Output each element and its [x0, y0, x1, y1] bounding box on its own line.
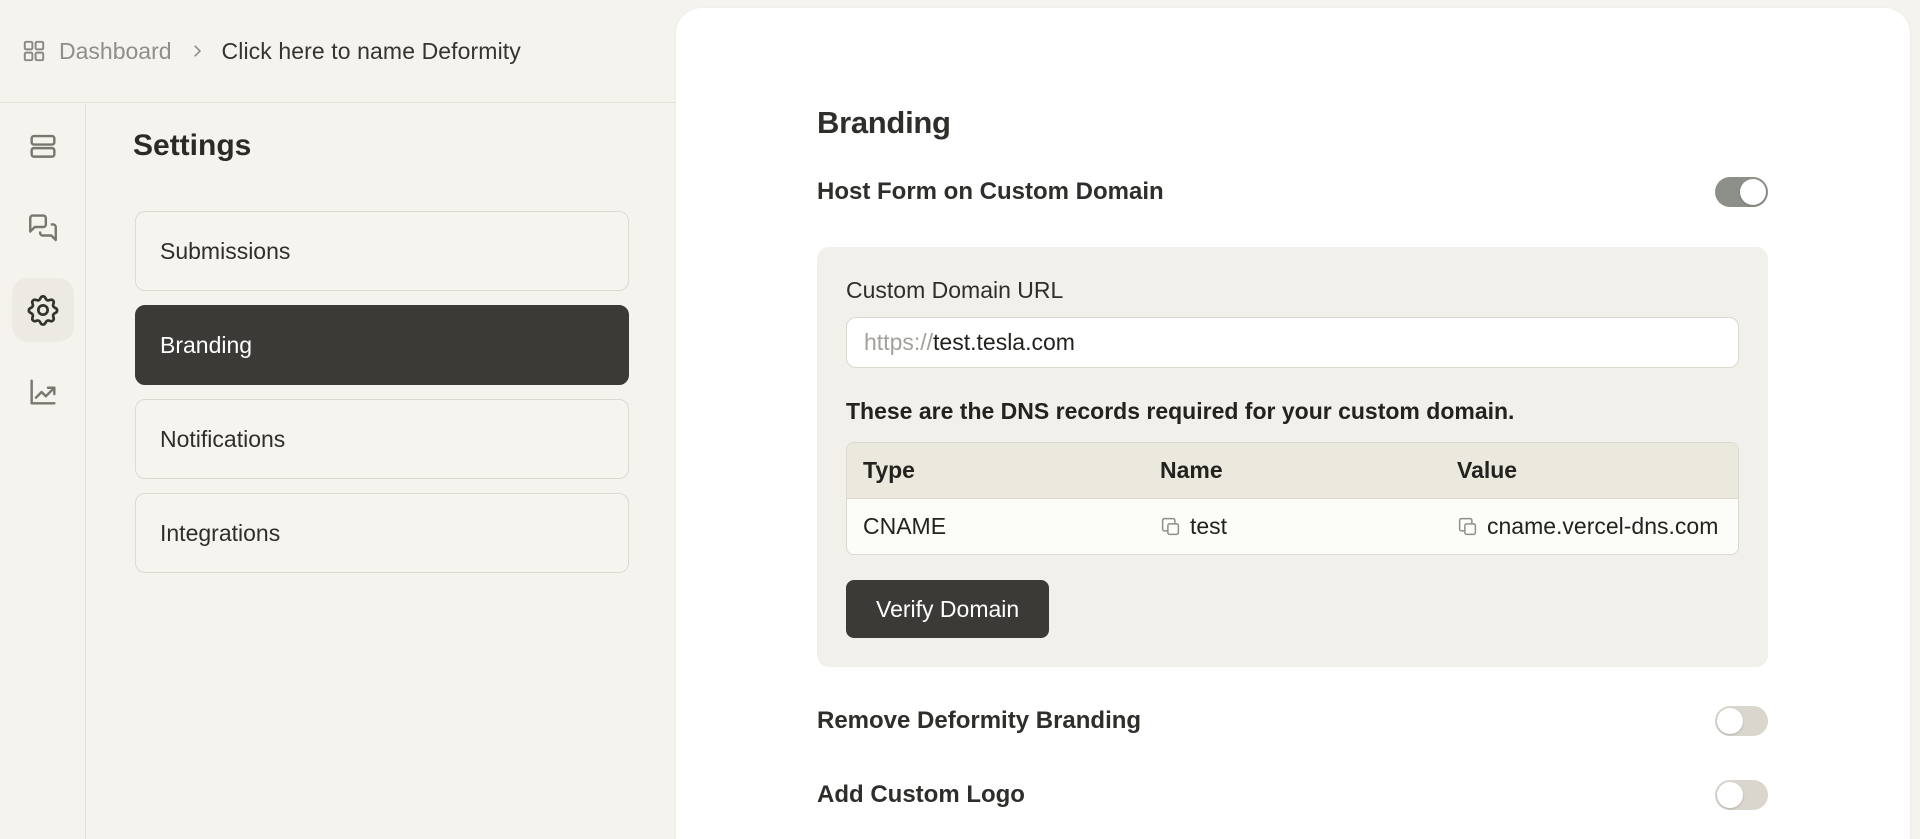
- host-form-toggle[interactable]: [1715, 177, 1768, 207]
- custom-domain-input[interactable]: https:// test.tesla.com: [846, 317, 1739, 368]
- custom-logo-toggle[interactable]: [1715, 780, 1768, 810]
- breadcrumb-dashboard-link[interactable]: Dashboard: [59, 38, 172, 65]
- toggle-knob: [1717, 708, 1743, 734]
- settings-nav-branding[interactable]: Branding: [135, 305, 629, 385]
- dns-cell-type: CNAME: [847, 499, 1144, 554]
- page-title: Branding: [817, 105, 951, 140]
- dns-records-table: Type Name Value CNAME test cname.vercel-…: [846, 442, 1739, 555]
- dns-header-value: Value: [1457, 457, 1518, 483]
- remove-branding-toggle[interactable]: [1715, 706, 1768, 736]
- copy-value-button[interactable]: [1457, 516, 1478, 537]
- host-form-row: Host Form on Custom Domain: [817, 177, 1768, 207]
- custom-logo-label: Add Custom Logo: [817, 781, 1025, 808]
- gear-icon: [25, 292, 61, 328]
- chart-icon: [26, 375, 60, 409]
- chevron-right-icon: [188, 42, 206, 60]
- verify-domain-button[interactable]: Verify Domain: [846, 580, 1050, 638]
- sidebar-item-messages[interactable]: [12, 196, 74, 260]
- url-value: test.tesla.com: [933, 329, 1075, 355]
- dns-cell-name: test: [1144, 499, 1441, 554]
- dns-cell-value: cname.vercel-dns.com: [1441, 499, 1738, 554]
- settings-nav-notifications[interactable]: Notifications: [135, 399, 629, 479]
- dns-header-name: Name: [1160, 457, 1223, 483]
- dns-name-value: test: [1190, 513, 1228, 539]
- dns-value-value: cname.vercel-dns.com: [1487, 513, 1719, 539]
- custom-domain-url-label: Custom Domain URL: [846, 277, 1064, 303]
- remove-branding-row: Remove Deformity Branding: [817, 706, 1768, 736]
- sidebar-item-analytics[interactable]: [12, 360, 74, 424]
- settings-nav-integrations[interactable]: Integrations: [135, 493, 629, 573]
- rows-icon: [26, 129, 60, 163]
- url-prefix: https://: [864, 329, 934, 355]
- remove-branding-label: Remove Deformity Branding: [817, 707, 1142, 734]
- icon-rail: [0, 104, 86, 839]
- grid-icon: [21, 38, 47, 64]
- host-form-label: Host Form on Custom Domain: [817, 178, 1164, 205]
- branding-settings-card: Branding Host Form on Custom Domain Cust…: [676, 8, 1910, 839]
- sidebar-item-settings[interactable]: [11, 278, 74, 342]
- chat-icon: [26, 211, 60, 245]
- dns-table-row: CNAME test cname.vercel-dns.com: [847, 499, 1738, 554]
- sidebar-item-fields[interactable]: [12, 114, 74, 178]
- dns-note: These are the DNS records required for y…: [846, 398, 1515, 424]
- form-name-title[interactable]: Click here to name Deformity: [222, 38, 521, 65]
- copy-name-button[interactable]: [1160, 516, 1181, 537]
- settings-nav: Submissions Branding Notifications Integ…: [135, 211, 629, 573]
- settings-panel: Settings Submissions Branding Notificati…: [87, 104, 676, 573]
- toggle-knob: [1740, 179, 1766, 205]
- custom-domain-panel: Custom Domain URL https:// test.tesla.co…: [817, 247, 1768, 667]
- dns-table-header: Type Name Value: [847, 443, 1738, 499]
- dns-type-value: CNAME: [863, 513, 947, 539]
- dns-header-type: Type: [863, 457, 915, 483]
- settings-heading: Settings: [133, 129, 252, 162]
- toggle-knob: [1717, 782, 1743, 808]
- settings-nav-submissions[interactable]: Submissions: [135, 211, 629, 291]
- breadcrumb: Dashboard Click here to name Deformity: [0, 0, 676, 103]
- custom-logo-row: Add Custom Logo: [817, 780, 1768, 810]
